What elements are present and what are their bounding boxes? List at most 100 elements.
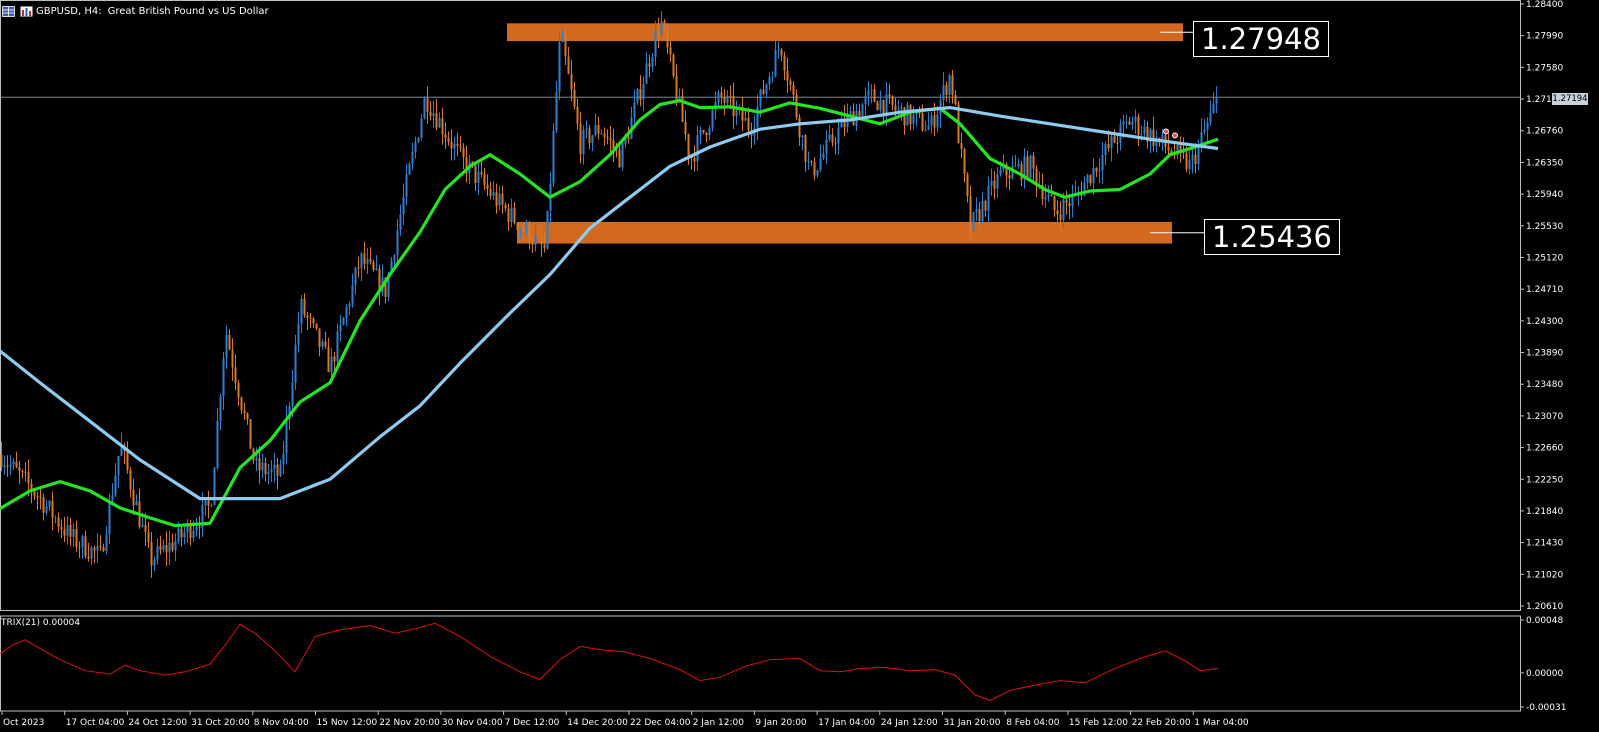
candle-body (1056, 210, 1059, 215)
candle-body (834, 142, 837, 144)
candle-body (81, 536, 84, 547)
candle-body (1032, 155, 1035, 169)
candle-body (999, 169, 1002, 175)
candle-body (960, 142, 963, 149)
candle-body (639, 88, 642, 100)
trix-line (0, 622, 1219, 701)
candle-body (885, 94, 888, 115)
candle-body (447, 137, 450, 142)
candle-body (36, 495, 39, 497)
candle-body (54, 517, 57, 519)
candle-body (1044, 197, 1047, 200)
candle-body (771, 76, 774, 78)
candle-body (531, 243, 534, 245)
candle-body (930, 115, 933, 126)
candle-body (975, 208, 978, 213)
chart-canvas[interactable]: 1.284001.279901.275801.271701.267601.263… (0, 0, 1599, 732)
candle-body (1017, 163, 1020, 167)
candle-body (1188, 159, 1191, 169)
x-axis-tick-label: 14 Dec 20:00 (567, 718, 628, 728)
candle-body (366, 259, 369, 264)
candle-body (924, 129, 927, 131)
candle-body (495, 192, 498, 206)
candle-body (891, 96, 894, 106)
candle-body (1212, 103, 1215, 113)
candle-body (720, 92, 723, 97)
candle-body (348, 304, 351, 307)
candle-body (147, 532, 150, 543)
candle-body (633, 102, 636, 118)
candlesticks (0, 11, 1218, 578)
candle-body (1059, 214, 1062, 221)
candle-body (369, 259, 372, 262)
y-axis-tick-label: 1.23070 (1526, 412, 1563, 422)
candle-body (84, 536, 87, 557)
candle-body (837, 127, 840, 144)
candle-body (993, 180, 996, 189)
candle-body (105, 534, 108, 552)
y-axis-tick-label: 1.24300 (1526, 317, 1563, 327)
candle-body (375, 268, 378, 270)
candle-body (1107, 143, 1110, 148)
candle-body (561, 35, 564, 43)
candle-body (696, 135, 699, 162)
candle-body (345, 306, 348, 319)
candle-body (945, 85, 948, 95)
candle-body (546, 210, 549, 249)
chart-description: Great British Pound vs US Dollar (107, 5, 269, 17)
candle-body (12, 461, 15, 465)
candle-body (642, 83, 645, 100)
candle-body (708, 128, 711, 136)
candle-body (270, 468, 273, 472)
candle-body (285, 418, 288, 454)
candle-body (1047, 194, 1050, 198)
candle-body (435, 113, 438, 128)
candle-body (858, 110, 861, 117)
candle-body (1128, 121, 1131, 125)
candle-body (795, 94, 798, 118)
candle-body (660, 21, 663, 35)
candle-body (813, 162, 816, 176)
x-axis-tick-label: 8 Nov 04:00 (254, 718, 309, 728)
candle-body (591, 135, 594, 144)
candle-body (528, 223, 531, 244)
candle-body (663, 21, 666, 29)
candle-body (264, 462, 267, 475)
candle-body (921, 113, 924, 131)
candle-body (909, 104, 912, 124)
x-axis-tick-label: 22 Feb 20:00 (1132, 718, 1191, 728)
candle-body (558, 42, 561, 92)
candle-body (1134, 116, 1137, 122)
candle-body (723, 96, 726, 104)
y-axis-tick-label: 1.25530 (1526, 222, 1563, 232)
trade-marker (1172, 132, 1178, 139)
candle-body (603, 133, 606, 137)
candle-body (486, 184, 489, 189)
candle-body (1014, 166, 1017, 168)
candle-body (489, 188, 492, 197)
candle-body (180, 528, 183, 538)
candle-body (393, 255, 396, 261)
candle-body (99, 545, 102, 548)
candle-body (39, 496, 42, 498)
candle-body (315, 323, 318, 329)
candle-body (93, 547, 96, 551)
bar-chart-icon[interactable] (20, 6, 33, 17)
candle-body (609, 138, 612, 141)
candle-body (534, 235, 537, 245)
candle-body (1065, 200, 1068, 204)
candle-body (510, 207, 513, 223)
candle-body (429, 111, 432, 117)
grid-menu-icon[interactable] (2, 5, 15, 17)
candle-body (1020, 163, 1023, 180)
candle-body (1092, 167, 1095, 184)
y-axis-tick-label: 1.26760 (1526, 127, 1563, 137)
candle-body (894, 105, 897, 111)
candle-body (171, 542, 174, 551)
candle-body (90, 547, 93, 559)
candle-body (654, 30, 657, 57)
candle-body (1179, 145, 1182, 150)
candle-body (414, 142, 417, 152)
candle-body (900, 107, 903, 109)
candle-body (243, 410, 246, 414)
